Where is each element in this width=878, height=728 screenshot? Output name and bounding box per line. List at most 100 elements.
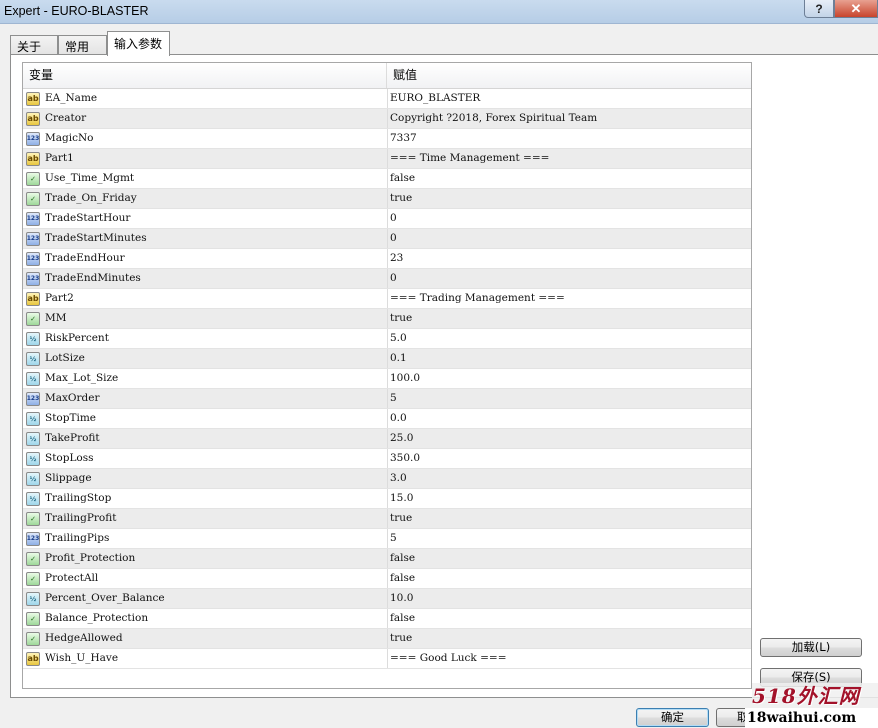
- string-type-icon: ab: [26, 112, 40, 126]
- load-button[interactable]: 加载(L): [760, 638, 862, 657]
- parameter-name: TrailingStop: [45, 492, 112, 504]
- integer-type-icon: 123: [26, 252, 40, 266]
- ok-button[interactable]: 确定: [636, 708, 709, 727]
- parameter-name: StopLoss: [45, 452, 94, 464]
- parameter-name: Balance_Protection: [45, 612, 149, 624]
- parameter-name: MM: [45, 312, 67, 324]
- parameter-row[interactable]: 123 TradeStartHour 0: [23, 209, 751, 229]
- column-divider: [387, 289, 388, 308]
- parameter-row[interactable]: ½ Slippage 3.0: [23, 469, 751, 489]
- parameter-value[interactable]: 0.1: [390, 349, 407, 368]
- parameter-value[interactable]: true: [390, 189, 412, 208]
- column-divider: [387, 309, 388, 328]
- parameter-name: TrailingPips: [45, 532, 110, 544]
- parameter-row[interactable]: 123 TrailingPips 5: [23, 529, 751, 549]
- parameter-value[interactable]: 350.0: [390, 449, 420, 468]
- parameter-row[interactable]: 123 MaxOrder 5: [23, 389, 751, 409]
- parameter-value[interactable]: false: [390, 169, 415, 188]
- parameter-name: TrailingProfit: [45, 512, 117, 524]
- parameter-row[interactable]: ✓ Trade_On_Friday true: [23, 189, 751, 209]
- parameter-row[interactable]: 123 TradeEndMinutes 0: [23, 269, 751, 289]
- parameter-value[interactable]: === Time Management ===: [390, 149, 549, 168]
- parameter-row[interactable]: ½ TrailingStop 15.0: [23, 489, 751, 509]
- parameter-value[interactable]: 5: [390, 529, 397, 548]
- tab-common[interactable]: 常用: [58, 35, 107, 55]
- boolean-type-icon: ✓: [26, 632, 40, 646]
- integer-type-icon: 123: [26, 272, 40, 286]
- parameter-row[interactable]: ✓ HedgeAllowed true: [23, 629, 751, 649]
- parameter-value[interactable]: 100.0: [390, 369, 420, 388]
- parameter-row[interactable]: ✓ TrailingProfit true: [23, 509, 751, 529]
- column-divider: [387, 429, 388, 448]
- parameter-value[interactable]: 25.0: [390, 429, 413, 448]
- column-divider: [387, 629, 388, 648]
- column-divider: [387, 209, 388, 228]
- parameter-row[interactable]: ½ StopLoss 350.0: [23, 449, 751, 469]
- column-divider: [387, 149, 388, 168]
- tab-about[interactable]: 关于: [10, 35, 58, 55]
- parameters-grid[interactable]: 变量 赋值 ab EA_Name EURO_BLASTER ab Creator Copy…: [22, 62, 752, 689]
- parameter-row[interactable]: ab Wish_U_Have === Good Luck ===: [23, 649, 751, 669]
- parameter-value[interactable]: false: [390, 549, 415, 568]
- parameter-row[interactable]: ✓ Balance_Protection false: [23, 609, 751, 629]
- column-divider: [387, 189, 388, 208]
- parameter-name: TradeEndMinutes: [45, 272, 141, 284]
- parameter-row[interactable]: 123 TradeEndHour 23: [23, 249, 751, 269]
- parameter-value[interactable]: 3.0: [390, 469, 407, 488]
- parameter-value[interactable]: 10.0: [390, 589, 413, 608]
- column-divider: [387, 509, 388, 528]
- parameter-name: TradeStartMinutes: [45, 232, 147, 244]
- parameter-row[interactable]: ab EA_Name EURO_BLASTER: [23, 89, 751, 109]
- parameter-row[interactable]: ½ Max_Lot_Size 100.0: [23, 369, 751, 389]
- parameter-row[interactable]: ab Part2 === Trading Management ===: [23, 289, 751, 309]
- column-header-variable[interactable]: 变量: [23, 63, 387, 88]
- parameter-row[interactable]: ½ RiskPercent 5.0: [23, 329, 751, 349]
- parameter-value[interactable]: 5: [390, 389, 397, 408]
- parameter-value[interactable]: true: [390, 629, 412, 648]
- parameter-value[interactable]: === Trading Management ===: [390, 289, 565, 308]
- column-divider: [387, 389, 388, 408]
- parameter-row[interactable]: ½ LotSize 0.1: [23, 349, 751, 369]
- parameter-value[interactable]: false: [390, 569, 415, 588]
- integer-type-icon: 123: [26, 532, 40, 546]
- parameter-value[interactable]: 0: [390, 229, 397, 248]
- parameter-value[interactable]: === Good Luck ===: [390, 649, 507, 668]
- close-button[interactable]: ✕: [834, 0, 878, 18]
- parameter-row[interactable]: ✓ Profit_Protection false: [23, 549, 751, 569]
- parameter-value[interactable]: 15.0: [390, 489, 413, 508]
- parameter-value[interactable]: Copyright ?2018, Forex Spiritual Team: [390, 109, 597, 128]
- column-header-value[interactable]: 赋值: [387, 63, 751, 88]
- parameter-name: MagicNo: [45, 132, 94, 144]
- parameter-row[interactable]: ab Part1 === Time Management ===: [23, 149, 751, 169]
- tab-input-parameters[interactable]: 输入参数: [107, 31, 170, 56]
- string-type-icon: ab: [26, 152, 40, 166]
- parameter-row[interactable]: ✓ ProtectAll false: [23, 569, 751, 589]
- parameter-row[interactable]: ✓ Use_Time_Mgmt false: [23, 169, 751, 189]
- double-type-icon: ½: [26, 492, 40, 506]
- parameter-row[interactable]: 123 TradeStartMinutes 0: [23, 229, 751, 249]
- parameter-name: Percent_Over_Balance: [45, 592, 165, 604]
- parameter-value[interactable]: 0.0: [390, 409, 407, 428]
- parameter-row[interactable]: ½ TakeProfit 25.0: [23, 429, 751, 449]
- parameter-value[interactable]: EURO_BLASTER: [390, 89, 480, 108]
- parameter-value[interactable]: true: [390, 309, 412, 328]
- parameter-value[interactable]: 7337: [390, 129, 417, 148]
- title-bar[interactable]: Expert - EURO-BLASTER ? ✕: [0, 0, 878, 24]
- parameter-value[interactable]: true: [390, 509, 412, 528]
- integer-type-icon: 123: [26, 232, 40, 246]
- parameter-value[interactable]: 0: [390, 209, 397, 228]
- parameter-name: Part1: [45, 152, 74, 164]
- parameter-value[interactable]: 23: [390, 249, 403, 268]
- parameter-value[interactable]: 0: [390, 269, 397, 288]
- parameter-row[interactable]: ½ StopTime 0.0: [23, 409, 751, 429]
- parameter-name: Slippage: [45, 472, 92, 484]
- parameter-name: RiskPercent: [45, 332, 109, 344]
- column-divider: [387, 249, 388, 268]
- help-button[interactable]: ?: [804, 0, 834, 18]
- parameter-row[interactable]: ½ Percent_Over_Balance 10.0: [23, 589, 751, 609]
- parameter-value[interactable]: 5.0: [390, 329, 407, 348]
- parameter-row[interactable]: ab Creator Copyright ?2018, Forex Spiritua…: [23, 109, 751, 129]
- parameter-value[interactable]: false: [390, 609, 415, 628]
- parameter-row[interactable]: ✓ MM true: [23, 309, 751, 329]
- parameter-row[interactable]: 123 MagicNo 7337: [23, 129, 751, 149]
